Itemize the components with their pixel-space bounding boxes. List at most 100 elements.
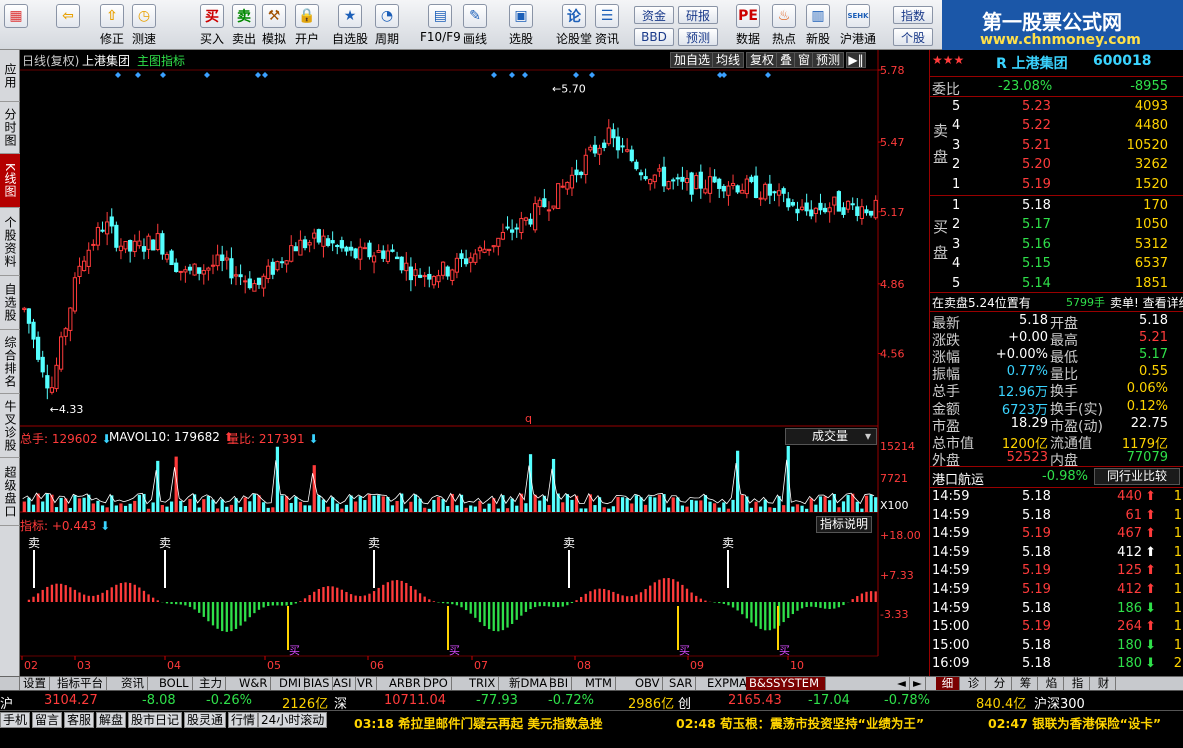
chart-menu-icon[interactable]: ▶‖ xyxy=(846,52,866,68)
news-headline-1[interactable]: 02:48 荀玉根：震荡市投资坚持“业绩为王” xyxy=(676,713,924,732)
toolbar-button-18[interactable]: SEHK 沪港通 xyxy=(840,2,876,48)
toolbar-label: 沪港通 xyxy=(840,32,877,46)
toolbar-small-button-0[interactable]: 资金 xyxy=(634,6,674,24)
month-label: 08 xyxy=(577,659,591,672)
indicator-tab-18[interactable]: EXPMA xyxy=(704,677,751,691)
indicator-tab-13[interactable]: 新DMA xyxy=(506,677,552,691)
right-tab-6[interactable]: 财 xyxy=(1092,677,1116,691)
bottom-button-5[interactable]: 股灵通 xyxy=(184,712,227,728)
cycle-icon: ◔ xyxy=(375,4,399,28)
indicator-tab-10[interactable]: ARBR xyxy=(386,677,425,691)
indicator-tab-9[interactable]: VR xyxy=(354,677,377,691)
candle-body xyxy=(855,206,860,216)
bottom-button-4[interactable]: 股市日记 xyxy=(128,712,183,728)
indicator-tab-4[interactable]: 主力 xyxy=(196,677,226,691)
toolbar-button-2[interactable]: ⇧ 修正 xyxy=(100,2,124,48)
indicator-tab-17[interactable]: SAR xyxy=(666,677,697,691)
bottom-button-7[interactable]: 24小时滚动 xyxy=(258,712,328,728)
tab-scroll-left-icon[interactable]: ◄ xyxy=(894,677,910,691)
indicator-tab-12[interactable]: TRIX xyxy=(466,677,500,691)
right-tab-2[interactable]: 分 xyxy=(988,677,1012,691)
candle-body xyxy=(316,229,321,243)
toolbar-button-16[interactable]: ♨ 热点 xyxy=(772,2,796,48)
toolbar-small-button-5[interactable]: 个股 xyxy=(893,28,933,46)
volume-bar xyxy=(427,508,431,512)
right-tab-3[interactable]: 筹 xyxy=(1014,677,1038,691)
right-tab-0[interactable]: 细 xyxy=(936,677,960,691)
toolbar-button-8[interactable]: ★ 自选股 xyxy=(332,2,368,48)
candle-body xyxy=(533,203,538,231)
indicator-tab-5[interactable]: W&R xyxy=(236,677,272,691)
toolbar-small-button-4[interactable]: 指数 xyxy=(893,6,933,24)
toolbar-button-13[interactable]: 论论股堂 xyxy=(556,2,592,48)
indicator-help-button[interactable]: 指标说明 xyxy=(816,516,872,533)
sidenav-item-2[interactable]: K线图 xyxy=(0,154,20,208)
indicator-tab-1[interactable]: 指标平台 xyxy=(54,677,107,691)
sidenav-item-6[interactable]: 牛叉诊股 xyxy=(0,394,20,458)
chart-button-3[interactable]: 叠 xyxy=(776,52,797,68)
indicator-tab-8[interactable]: ASI xyxy=(330,677,356,691)
indicator-tab-14[interactable]: BBI xyxy=(546,677,573,691)
sidenav-item-1[interactable]: 分时图 xyxy=(0,102,20,154)
price-axis-label: 4.86 xyxy=(880,278,905,291)
toolbar-button-7[interactable]: 🔒 开户 xyxy=(295,2,319,48)
bottom-button-3[interactable]: 解盘 xyxy=(96,712,127,728)
toolbar-button-11[interactable]: ✎ 画线 xyxy=(463,2,487,48)
volume-bar xyxy=(864,495,869,512)
order-notice[interactable]: 在卖盘5.24位置有 5799手 卖单! 查看详细 xyxy=(930,293,1183,311)
kline-chart-area[interactable]: 5.78 5.47 5.17 4.86 4.56 ←5.70 ←4.33 q 15214 7721… xyxy=(20,50,928,676)
right-tab-4[interactable]: 焰 xyxy=(1040,677,1064,691)
bottom-button-2[interactable]: 客服 xyxy=(64,712,95,728)
indicator-tab-0[interactable]: 设置 xyxy=(20,677,50,691)
toolbar-button-12[interactable]: ▣ 选股 xyxy=(509,2,533,48)
volume-bar xyxy=(584,508,588,512)
news-headline-2[interactable]: 02:47 银联为香港保险“设卡” xyxy=(988,713,1161,732)
indicator-tab-19[interactable]: B&SSYSTEM xyxy=(746,677,826,691)
toolbar-button-4[interactable]: 买买入 xyxy=(200,2,224,48)
bottom-button-0[interactable]: 手机 xyxy=(0,712,31,728)
toolbar-button-0[interactable]: ▦ xyxy=(4,2,28,48)
chart-button-4[interactable]: 窗 xyxy=(794,52,815,68)
indicator-tab-3[interactable]: BOLL xyxy=(156,677,193,691)
right-tab-5[interactable]: 指 xyxy=(1066,677,1090,691)
toolbar-small-button-1[interactable]: BBD xyxy=(634,28,674,46)
indicator-tab-7[interactable]: BIAS xyxy=(300,677,334,691)
arrow-up-icon: ⬆ xyxy=(1145,582,1156,597)
volume-bar xyxy=(713,503,717,512)
toolbar-button-10[interactable]: ▤ F10/F9 xyxy=(420,2,461,48)
toolbar-button-6[interactable]: ⚒ 模拟 xyxy=(262,2,286,48)
toolbar-small-button-3[interactable]: 预测 xyxy=(678,28,718,46)
chart-button-2[interactable]: 复权 xyxy=(746,52,779,68)
indicator-tab-2[interactable]: 资讯 xyxy=(118,677,148,691)
toolbar-small-button-2[interactable]: 研报 xyxy=(678,6,718,24)
right-tab-1[interactable]: 诊 xyxy=(962,677,986,691)
toolbar-button-17[interactable]: ▥ 新股 xyxy=(806,2,830,48)
indicator-tab-16[interactable]: OBV xyxy=(632,677,664,691)
indicator-tab-11[interactable]: DPO xyxy=(420,677,452,691)
toolbar-button-3[interactable]: ◷ 测速 xyxy=(132,2,156,48)
industry-compare-button[interactable]: 同行业比较 xyxy=(1094,468,1180,485)
bottom-button-6[interactable]: 行情 xyxy=(228,712,259,728)
sidenav-item-4[interactable]: 自选股 xyxy=(0,276,20,330)
toolbar-button-5[interactable]: 卖卖出 xyxy=(232,2,256,48)
chart-button-5[interactable]: 预测 xyxy=(812,52,845,68)
toolbar-button-15[interactable]: PE 数据 xyxy=(736,2,760,48)
chart-button-0[interactable]: 加自选 xyxy=(670,52,715,68)
indicator-tab-nav[interactable] xyxy=(0,677,20,691)
toolbar-button-14[interactable]: ☰ 资讯 xyxy=(595,2,619,48)
indicator-tab-15[interactable]: MTM xyxy=(582,677,616,691)
sidenav-item-7[interactable]: 超级盘口 xyxy=(0,458,20,526)
sidenav-item-0[interactable]: 应用 xyxy=(0,50,20,102)
sidenav-item-3[interactable]: 个股资料 xyxy=(0,208,20,276)
lock-icon: 🔒 xyxy=(295,4,319,28)
bottom-button-1[interactable]: 留言 xyxy=(32,712,63,728)
news-headline-0[interactable]: 03:18 希拉里邮件门疑云再起 美元指数急挫 xyxy=(354,713,603,732)
toolbar-button-9[interactable]: ◔ 周期 xyxy=(375,2,399,48)
sidenav-item-5[interactable]: 综合排名 xyxy=(0,330,20,394)
vol-type-select[interactable]: 成交量 ▾ xyxy=(785,428,877,445)
candle-body xyxy=(59,336,64,370)
tab-scroll-right-icon[interactable]: ► xyxy=(910,677,926,691)
toolbar-button-1[interactable]: ⇦ xyxy=(56,2,80,48)
chart-canvas[interactable]: 5.78 5.47 5.17 4.86 4.56 ←5.70 ←4.33 q 15214 7721… xyxy=(20,50,928,676)
chart-button-1[interactable]: 均线 xyxy=(712,52,745,68)
